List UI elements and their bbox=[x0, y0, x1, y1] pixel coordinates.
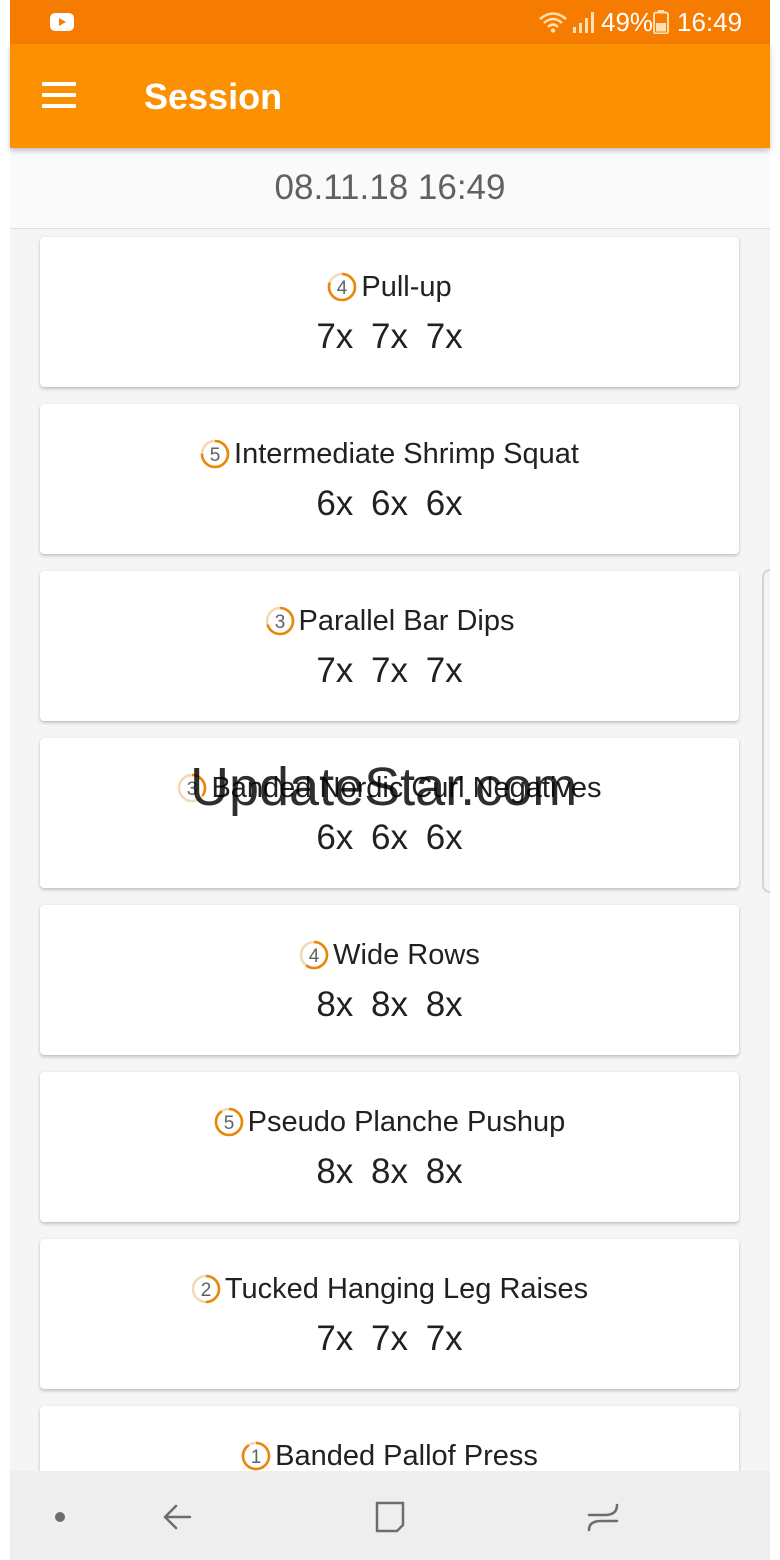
exercise-sets: 8x 8x 8x bbox=[316, 1152, 463, 1191]
exercise-card[interactable]: 1 Banded Pallof Press bbox=[40, 1406, 739, 1471]
exercise-card[interactable]: 4 Pull-up 7x 7x 7x bbox=[40, 237, 739, 387]
exercise-title-row: 4 Wide Rows bbox=[40, 935, 739, 975]
exercise-card[interactable]: 5 Pseudo Planche Pushup 8x 8x 8x bbox=[40, 1072, 739, 1222]
exercise-name: Tucked Hanging Leg Raises bbox=[224, 1272, 589, 1305]
exercise-sets: 7x 7x 7x bbox=[316, 317, 463, 356]
level-progress-icon: 5 bbox=[214, 1107, 243, 1137]
exercise-name: Pseudo Planche Pushup bbox=[247, 1105, 566, 1138]
level-progress-icon: 4 bbox=[299, 940, 329, 970]
exercise-card[interactable]: 3 Banded Nordic Curl Negatives 6x 6x 6x bbox=[40, 738, 739, 888]
status-time: 16:49 bbox=[677, 7, 743, 37]
exercise-sets: 6x 6x 6x bbox=[316, 818, 463, 857]
level-number: 5 bbox=[223, 1113, 234, 1134]
exercise-title-row: 5 Pseudo Planche Pushup bbox=[40, 1102, 739, 1142]
battery-icon bbox=[653, 10, 669, 34]
exercise-title-row: 1 Banded Pallof Press bbox=[40, 1436, 739, 1471]
level-progress-icon: 4 bbox=[328, 272, 357, 302]
level-progress-icon: 3 bbox=[178, 773, 207, 803]
exercise-name: Banded Pallof Press bbox=[275, 1439, 538, 1472]
scroll-indicator[interactable] bbox=[762, 569, 770, 893]
level-number: 3 bbox=[187, 779, 198, 800]
hamburger-menu-icon[interactable] bbox=[42, 82, 78, 110]
session-date-header: 08.11.18 16:49 bbox=[10, 148, 770, 229]
level-progress-icon: 3 bbox=[265, 606, 294, 636]
exercise-sets: 7x 7x 7x bbox=[316, 651, 463, 690]
exercise-card[interactable]: 5 Intermediate Shrimp Squat 6x 6x 6x bbox=[40, 404, 739, 554]
back-icon[interactable] bbox=[158, 1497, 198, 1537]
session-date: 08.11.18 16:49 bbox=[274, 168, 506, 207]
exercise-title-row: 5 Intermediate Shrimp Squat bbox=[40, 434, 739, 474]
exercise-list[interactable]: 4 Pull-up 7x 7x 7x 5 Intermediate Shrimp… bbox=[10, 229, 770, 1471]
exercise-name: Banded Nordic Curl Negatives bbox=[211, 771, 602, 804]
page-title: Session bbox=[144, 76, 283, 117]
level-number: 2 bbox=[201, 1280, 212, 1301]
level-number: 4 bbox=[337, 278, 348, 299]
youtube-icon bbox=[50, 13, 74, 31]
exercise-title-row: 4 Pull-up bbox=[40, 267, 739, 307]
level-progress-icon: 5 bbox=[200, 439, 230, 469]
level-number: 4 bbox=[309, 946, 320, 967]
exercise-name: Wide Rows bbox=[333, 938, 480, 971]
exercise-sets: 6x 6x 6x bbox=[316, 484, 463, 523]
exercise-card[interactable]: 3 Parallel Bar Dips 7x 7x 7x bbox=[40, 571, 739, 721]
navigation-bar bbox=[10, 1471, 770, 1560]
exercise-title-row: 3 Parallel Bar Dips bbox=[40, 601, 739, 641]
exercise-sets: 8x 8x 8x bbox=[316, 985, 463, 1024]
wifi-icon bbox=[539, 12, 567, 33]
exercise-card[interactable]: 4 Wide Rows 8x 8x 8x bbox=[40, 905, 739, 1055]
signal-icon bbox=[573, 12, 594, 33]
app-bar: Session bbox=[10, 44, 770, 148]
home-icon[interactable] bbox=[370, 1497, 410, 1537]
level-number: 3 bbox=[274, 612, 285, 633]
exercise-title-row: 2 Tucked Hanging Leg Raises bbox=[40, 1269, 739, 1309]
dot-icon[interactable] bbox=[40, 1497, 80, 1537]
level-number: 5 bbox=[210, 445, 221, 466]
exercise-name: Intermediate Shrimp Squat bbox=[234, 437, 579, 470]
exercise-name: Parallel Bar Dips bbox=[298, 604, 515, 637]
exercise-title-row: 3 Banded Nordic Curl Negatives bbox=[40, 768, 739, 808]
battery-percentage: 49% bbox=[601, 7, 654, 37]
status-bar: 49% 16:49 bbox=[10, 0, 770, 44]
exercise-sets: 7x 7x 7x bbox=[316, 1319, 463, 1358]
recent-apps-icon[interactable] bbox=[583, 1497, 623, 1537]
screen: 49% 16:49 Session 08.11.18 16:49 4 Pull-… bbox=[0, 0, 780, 1560]
level-progress-icon: 2 bbox=[191, 1274, 221, 1304]
exercise-card[interactable]: 2 Tucked Hanging Leg Raises 7x 7x 7x bbox=[40, 1239, 739, 1389]
level-number: 1 bbox=[251, 1447, 262, 1468]
level-progress-icon: 1 bbox=[241, 1441, 271, 1471]
exercise-name: Pull-up bbox=[361, 270, 452, 303]
